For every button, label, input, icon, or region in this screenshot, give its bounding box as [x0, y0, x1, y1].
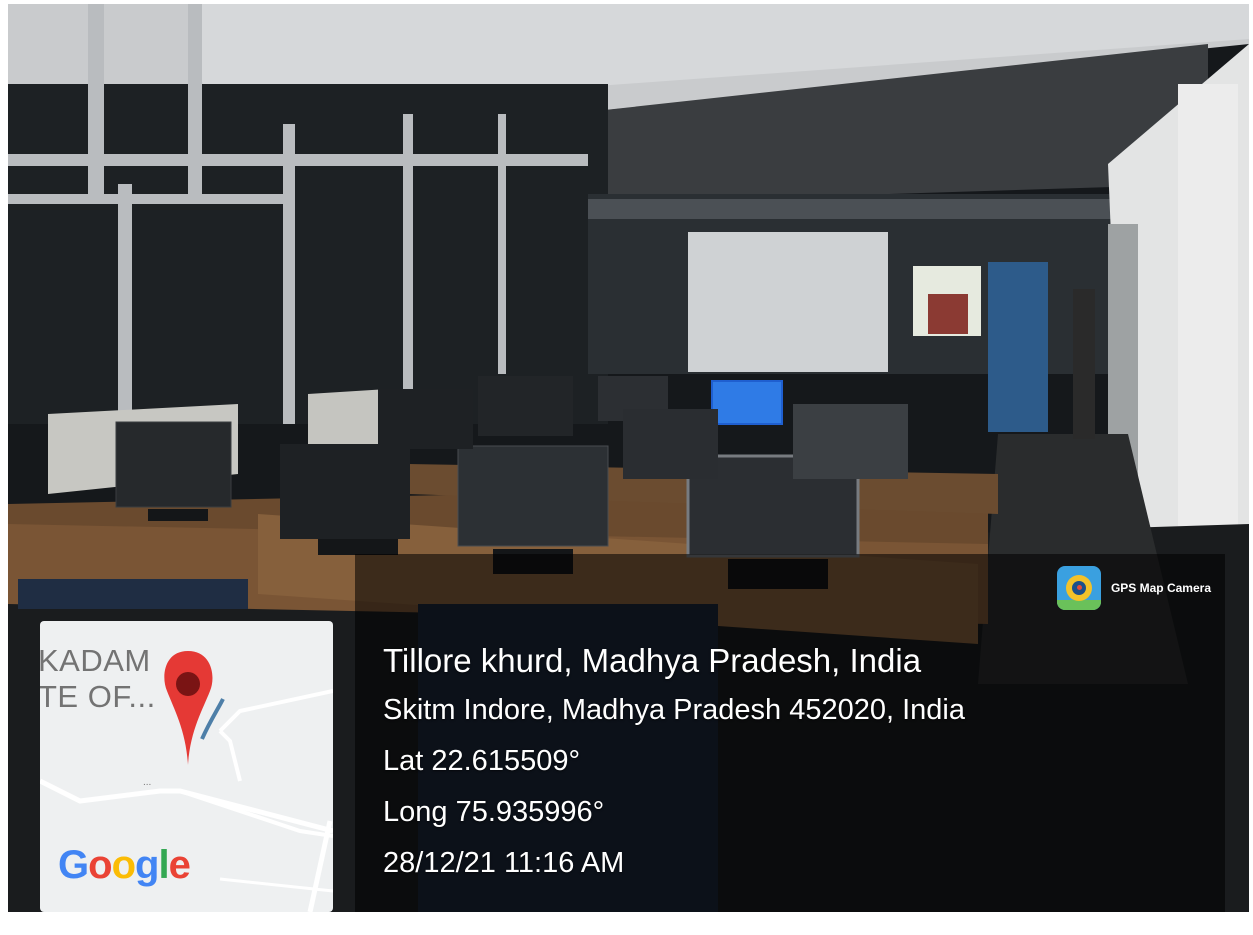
datetime: 28/12/21 11:16 AM: [383, 847, 625, 879]
map-place-label-line-2: TE OF...: [40, 679, 156, 714]
map-place-label-line-1: KADAM: [40, 643, 151, 678]
google-logo: Google: [58, 843, 191, 887]
map-thumbnail[interactable]: KADAM TE OF... ... Google: [40, 621, 333, 912]
location-title: Tillore khurd, Madhya Pradesh, India: [383, 642, 922, 679]
app-name: GPS Map Camera: [1110, 581, 1211, 595]
app-badge: GPS Map Camera: [1056, 566, 1211, 610]
longitude: Long 75.935996°: [383, 796, 605, 828]
map-pin-icon: [164, 651, 225, 765]
camera-lens-icon: [1056, 566, 1101, 610]
gps-stamp-panel: GPS Map Camera Tillore khurd, Madhya Pra…: [355, 554, 1225, 912]
address: Skitm Indore, Madhya Pradesh 452020, Ind…: [383, 694, 965, 726]
latitude: Lat 22.615509°: [383, 745, 581, 777]
gps-info-lines: Tillore khurd, Madhya Pradesh, India Ski…: [383, 642, 965, 897]
map-more-label: ...: [143, 777, 152, 788]
